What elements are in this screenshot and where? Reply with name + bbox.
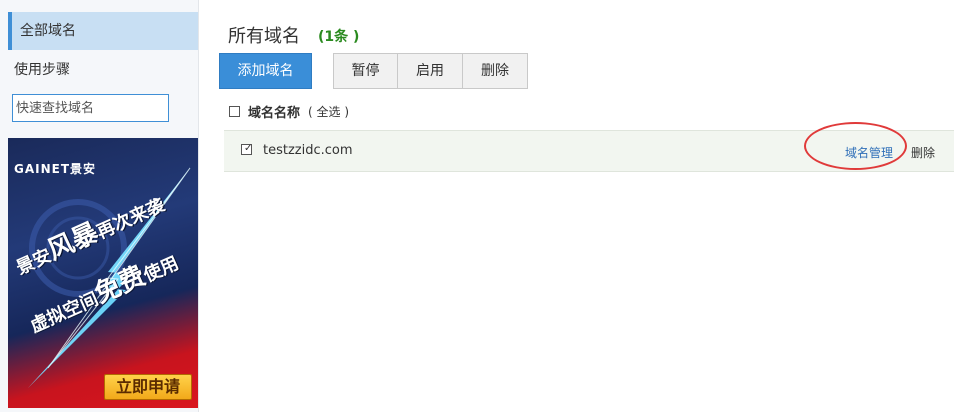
row-delete-link[interactable]: 删除 xyxy=(911,144,935,161)
delete-button[interactable]: 删除 xyxy=(463,53,528,89)
add-domain-button[interactable]: 添加域名 xyxy=(219,53,312,89)
select-all-link[interactable]: ( 全选 ) xyxy=(308,103,349,120)
sidebar-item-steps[interactable]: 使用步骤 xyxy=(14,60,70,80)
apply-now-button[interactable]: 立即申请 xyxy=(104,374,192,400)
enable-button[interactable]: 启用 xyxy=(398,53,463,89)
row-checkbox[interactable]: ✓ xyxy=(241,144,252,155)
sidebar-item-all-domains[interactable]: 全部域名 xyxy=(8,12,198,50)
domain-name: testzzidc.com xyxy=(263,143,353,158)
domain-count: (1条 ) xyxy=(318,29,360,45)
column-header-domain: 域名名称 xyxy=(248,105,301,121)
pause-button[interactable]: 暂停 xyxy=(333,53,398,89)
table-row: ✓ testzzidc.com 域名管理 删除 xyxy=(224,130,954,172)
promo-banner[interactable]: GAINET景安 景安风暴再次来袭 虚拟空间免费使用 立即申请 xyxy=(8,138,198,408)
gainet-logo: GAINET景安 xyxy=(14,162,97,176)
select-all-checkbox[interactable] xyxy=(229,105,240,117)
sidebar: 全部域名 使用步骤 GAINET景安 景安风暴再次来袭 虚拟空间免费使用 立即申… xyxy=(0,0,199,412)
page-title: 所有域名 xyxy=(228,26,300,47)
checkmark-icon: ✓ xyxy=(244,143,253,154)
action-button-group: 暂停 启用 删除 xyxy=(333,53,528,89)
list-header: 域名名称 ( 全选 ) xyxy=(229,102,349,121)
domain-manage-link[interactable]: 域名管理 xyxy=(845,144,893,161)
domain-search-input[interactable] xyxy=(12,94,169,122)
